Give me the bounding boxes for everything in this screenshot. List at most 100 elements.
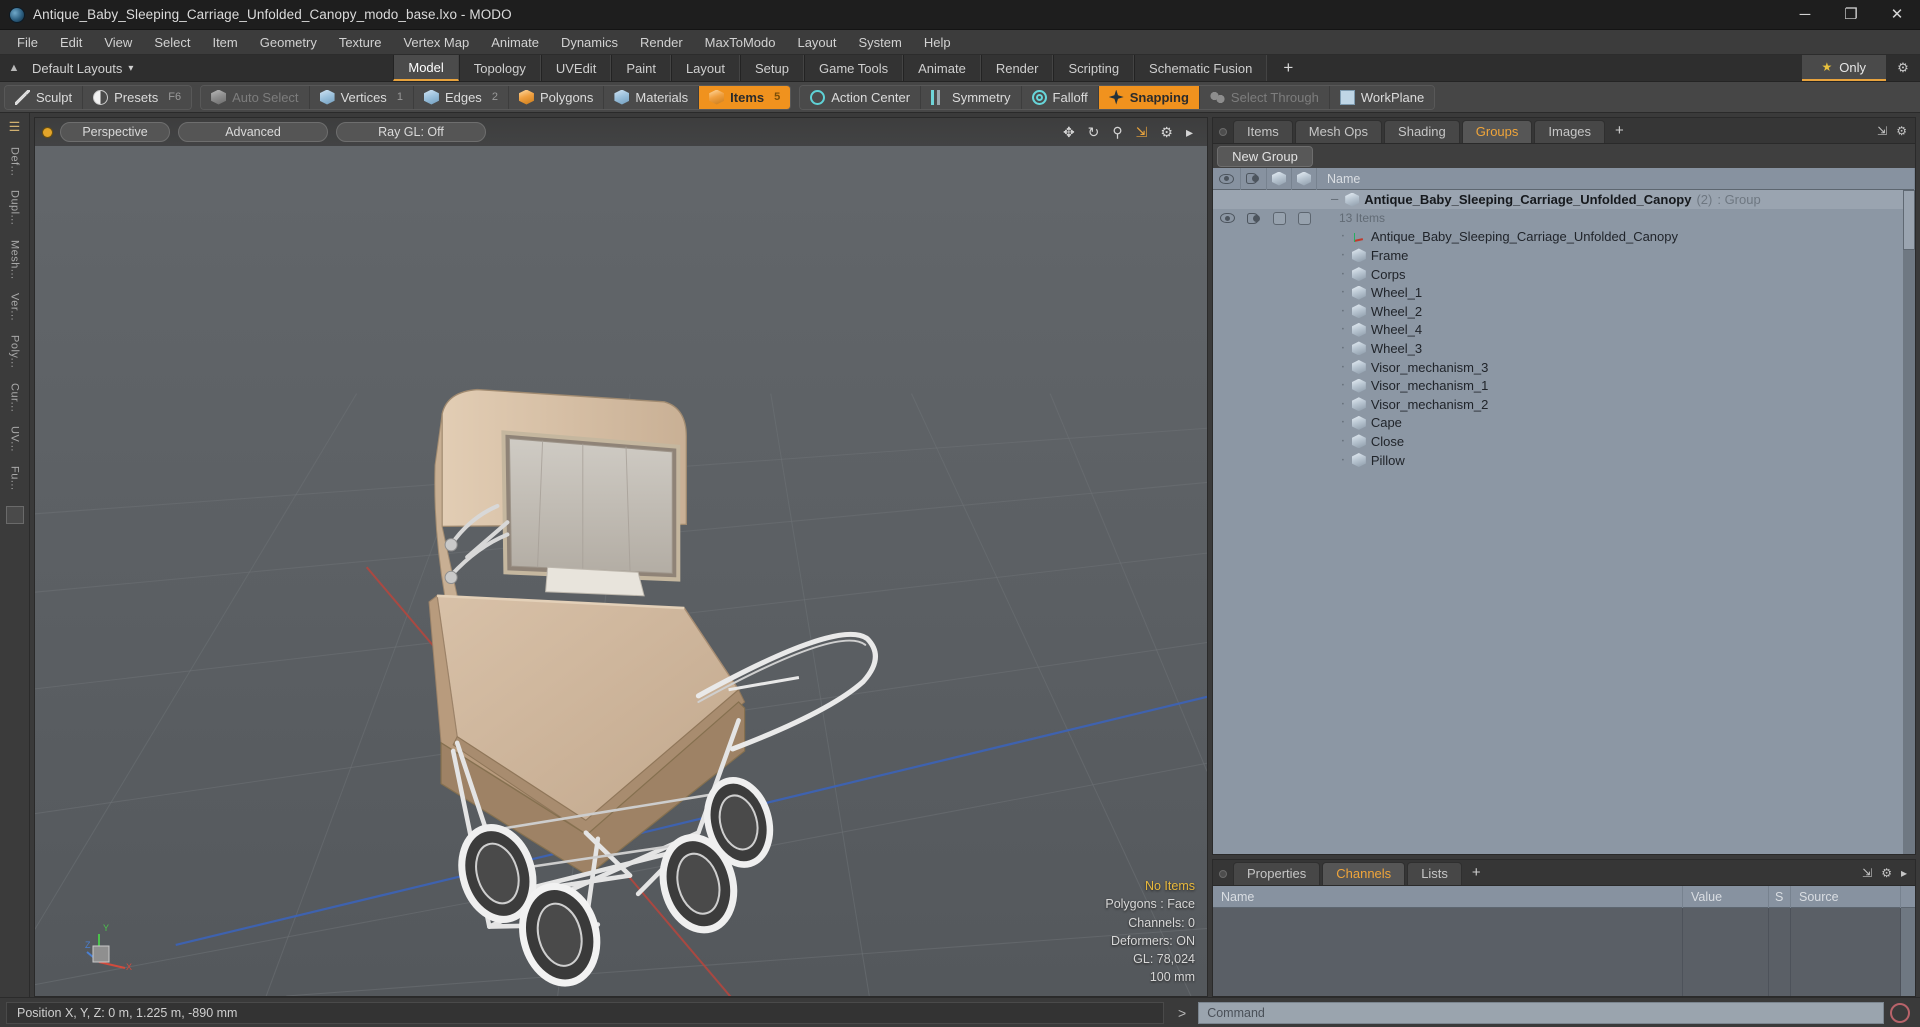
tree-item-row[interactable]: ‧ Wheel_4 [1213,321,1915,340]
tab-groups[interactable]: Groups [1461,120,1533,143]
tree-group-row[interactable]: ─ Antique_Baby_Sleeping_Carriage_Unfolde… [1213,190,1915,209]
tab-channels[interactable]: Channels [1322,862,1406,885]
tree-item-row[interactable]: ‧ Pillow [1213,451,1915,470]
command-input[interactable]: Command [1198,1001,1884,1024]
add-bottom-tab-button[interactable]: + [1464,862,1489,885]
tree-item-row[interactable]: ‧ Cape [1213,414,1915,433]
view-mode-dropdown[interactable]: Perspective [60,122,170,142]
edges-button[interactable]: Edges 2 [413,85,509,109]
presets-button[interactable]: Presets F6 [83,85,192,109]
materials-button[interactable]: Materials [604,85,700,109]
row-shading-toggle[interactable] [1241,212,1267,225]
move-icon[interactable]: ✥ [1063,125,1075,139]
tree-item-row[interactable]: ‧ Corps [1213,265,1915,284]
rail-tab-mesh[interactable]: Mesh... [7,234,23,286]
sculpt-button[interactable]: Sculpt [5,85,84,109]
group-tree-body[interactable]: ─ Antique_Baby_Sleeping_Carriage_Unfolde… [1213,190,1915,854]
gear-icon[interactable]: ⚙ [1886,55,1920,81]
row-visibility-toggle[interactable] [1213,213,1241,224]
group-tree-scrollbar[interactable] [1903,190,1915,854]
menu-item-layout[interactable]: Layout [786,32,847,53]
tab-images[interactable]: Images [1534,120,1606,143]
menu-item-select[interactable]: Select [143,32,201,53]
layout-tab-topology[interactable]: Topology [458,55,541,81]
tree-item-row[interactable]: ‧ Wheel_2 [1213,302,1915,321]
tree-item-row[interactable]: ‧ Visor_mechanism_2 [1213,395,1915,414]
scrollbar-thumb[interactable] [1903,190,1915,250]
perspective-viewport[interactable]: Perspective Advanced Ray GL: Off ✥ ↻ ⚲ ⇲… [34,117,1208,997]
menu-item-render[interactable]: Render [629,32,694,53]
rail-tab-uv[interactable]: UV... [7,420,23,458]
tree-item-row[interactable]: ‧ Wheel_1 [1213,283,1915,302]
raygl-toggle[interactable]: Ray GL: Off [336,122,486,142]
tree-item-row[interactable]: ‧ Wheel_3 [1213,339,1915,358]
close-button[interactable]: ✕ [1874,0,1920,30]
channel-column-s[interactable]: S [1769,885,1791,908]
column-visibility-icon[interactable] [1213,167,1241,190]
panel-gear-icon[interactable]: ⚙ [1896,124,1907,138]
layout-tab-paint[interactable]: Paint [611,55,671,81]
fit-icon[interactable]: ⇲ [1136,125,1148,139]
symmetry-button[interactable]: Symmetry [921,85,1022,109]
layout-tab-uvedit[interactable]: UVEdit [540,55,612,81]
layout-tab-render[interactable]: Render [980,55,1054,81]
rail-tab-vertex[interactable]: Ver... [7,287,23,327]
tab-shading[interactable]: Shading [1384,120,1460,143]
rail-tab-polygon[interactable]: Poly... [7,329,23,374]
rail-tab-fusion[interactable]: Fu... [7,460,23,497]
minimize-button[interactable]: ─ [1782,0,1828,30]
tree-item-row[interactable]: ‧ Visor_mechanism_3 [1213,358,1915,377]
record-icon[interactable] [1890,1002,1910,1023]
layout-tab-schematic-fusion[interactable]: Schematic Fusion [1134,55,1268,81]
rail-tab-deform[interactable]: Def... [7,141,23,182]
workplane-button[interactable]: WorkPlane [1329,85,1435,109]
expand-panel-icon[interactable]: ⇲ [1862,866,1872,880]
layout-tab-animate[interactable]: Animate [903,55,981,81]
layout-tab-scripting[interactable]: Scripting [1053,55,1135,81]
rotate-icon[interactable]: ↻ [1088,125,1100,139]
tab-mesh-ops[interactable]: Mesh Ops [1294,120,1383,143]
channel-column-value[interactable]: Value [1683,885,1769,908]
channels-table-body[interactable] [1213,908,1915,996]
select-through-button[interactable]: Select Through [1199,85,1330,109]
panel-expand-arrow-icon[interactable]: ▸ [1901,866,1907,880]
row-lock-checkbox[interactable] [1267,211,1292,225]
menu-item-edit[interactable]: Edit [49,32,93,53]
tab-properties[interactable]: Properties [1233,862,1321,885]
layout-tab-game-tools[interactable]: Game Tools [803,55,904,81]
column-lock-icon[interactable] [1267,167,1292,190]
tree-expand-icon[interactable]: ─ [1331,193,1338,207]
zoom-icon[interactable]: ⚲ [1112,125,1122,139]
tree-item-row[interactable]: ‧ Frame [1213,246,1915,265]
tab-lists[interactable]: Lists [1407,862,1462,885]
add-layout-tab-button[interactable]: + [1267,55,1309,81]
tree-item-row[interactable]: ‧ Close [1213,432,1915,451]
tab-items[interactable]: Items [1233,120,1293,143]
rail-tab-duplicate[interactable]: Dupl... [7,184,23,231]
menu-item-file[interactable]: File [6,32,49,53]
tree-item-row[interactable]: ‧ Antique_Baby_Sleeping_Carriage_Unfolde… [1213,228,1915,247]
tree-item-row[interactable]: ‧ Visor_mechanism_1 [1213,376,1915,395]
menu-item-geometry[interactable]: Geometry [249,32,328,53]
row-render-checkbox[interactable] [1292,211,1317,225]
shading-mode-dropdown[interactable]: Advanced [178,122,328,142]
default-layouts-dropdown[interactable]: Default Layouts ▾ [28,55,145,81]
snapping-button[interactable]: Snapping [1098,85,1200,109]
column-header-name[interactable]: Name [1317,167,1915,190]
menu-item-view[interactable]: View [93,32,143,53]
layout-tab-setup[interactable]: Setup [740,55,804,81]
menu-item-dynamics[interactable]: Dynamics [550,32,629,53]
falloff-button[interactable]: Falloff [1021,85,1099,109]
expand-panel-icon[interactable]: ⇲ [1877,124,1887,138]
vertices-button[interactable]: Vertices 1 [309,85,414,109]
panel-gear-icon[interactable]: ⚙ [1881,866,1892,880]
layout-tab-model[interactable]: Model [393,55,459,81]
column-shading-icon[interactable] [1241,167,1267,190]
new-group-button[interactable]: New Group [1217,145,1313,167]
items-button[interactable]: Items 5 [699,85,791,109]
collapse-arrow-icon[interactable]: ▲ [0,55,28,81]
polygons-button[interactable]: Polygons [508,85,605,109]
expand-arrow-icon[interactable]: ▸ [1186,125,1193,139]
menu-item-maxtomodo[interactable]: MaxToModo [694,32,787,53]
add-panel-tab-button[interactable]: + [1607,120,1632,143]
